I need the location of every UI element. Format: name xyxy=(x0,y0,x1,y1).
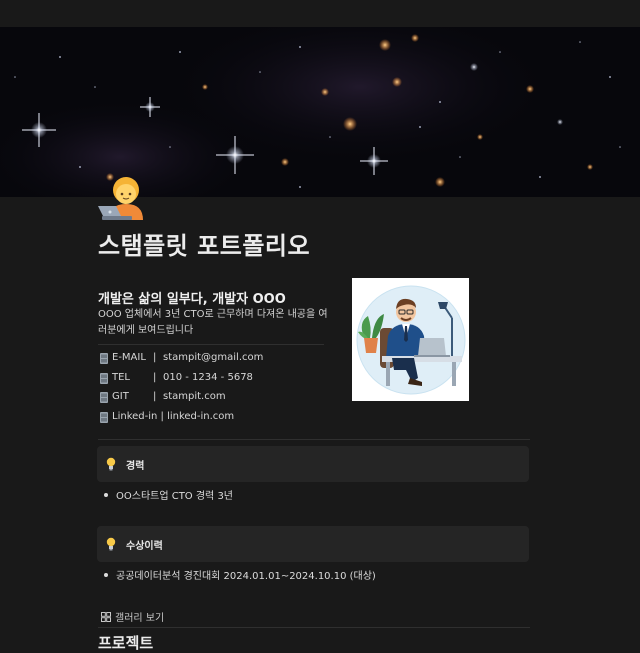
contact-email: E-MAIL | stampit@gmail.com xyxy=(98,351,338,371)
contact-value: 010 - 1234 - 5678 xyxy=(163,371,253,383)
top-bar xyxy=(0,0,640,27)
gallery-view-label: 갤러리 보기 xyxy=(115,613,165,624)
contact-separator: | xyxy=(153,371,157,383)
contact-linkedin: Linked-in | linked-in.com xyxy=(98,410,338,430)
file-cabinet-icon xyxy=(100,372,108,384)
callout-title: 경력 xyxy=(126,461,145,472)
technologist-emoji-icon[interactable] xyxy=(96,170,146,222)
list-item: 공공데이터분석 경진대회 2024.01.01~2024.10.10 (대상) xyxy=(104,567,376,582)
intro-description: OOO 업체에서 3년 CTO로 근무하며 다져온 내공을 여러분에게 보여드립… xyxy=(98,309,328,336)
bullet-dot xyxy=(104,573,108,577)
contact-separator: | xyxy=(153,352,157,363)
bullet-dot xyxy=(104,493,108,497)
list-item-text: 공공데이터분석 경진대회 2024.01.01~2024.10.10 (대상) xyxy=(116,571,376,582)
callout-awards[interactable]: 수상이력 xyxy=(97,526,529,562)
contact-separator: | xyxy=(153,391,157,402)
contact-value: stampit@gmail.com xyxy=(163,352,264,363)
divider xyxy=(98,344,324,345)
contact-value: stampit.com xyxy=(163,391,226,402)
section-title-projects: 프로젝트 xyxy=(98,634,154,652)
contact-tel: TEL | 010 - 1234 - 5678 xyxy=(98,371,338,391)
intro-tagline: 개발은 삶의 일부다, 개발자 OOO xyxy=(98,292,286,307)
contact-key: E-MAIL xyxy=(112,352,146,363)
list-item: OO스타트업 CTO 경력 3년 xyxy=(104,487,233,502)
gallery-view-tab[interactable]: 갤러리 보기 xyxy=(101,609,164,624)
divider xyxy=(98,439,530,440)
contact-linkedin-text: Linked-in | linked-in.com xyxy=(112,410,235,422)
contact-git: GIT | stampit.com xyxy=(98,390,338,410)
file-cabinet-icon xyxy=(100,411,108,423)
callout-title: 수상이력 xyxy=(126,541,163,552)
gallery-grid-icon xyxy=(101,612,111,622)
light-bulb-icon xyxy=(106,457,116,471)
light-bulb-icon xyxy=(106,537,116,551)
contact-key: GIT xyxy=(112,391,129,402)
contact-list: E-MAIL | stampit@gmail.com TEL | 010 - 1… xyxy=(98,351,338,429)
list-item-text: OO스타트업 CTO 경력 3년 xyxy=(116,491,234,502)
callout-career[interactable]: 경력 xyxy=(97,446,529,482)
file-cabinet-icon xyxy=(100,392,108,403)
page-title[interactable]: 스탬플릿 포트폴리오 xyxy=(98,226,310,261)
file-cabinet-icon xyxy=(100,353,108,364)
divider xyxy=(98,627,530,628)
profile-illustration[interactable] xyxy=(352,278,469,401)
contact-key: TEL xyxy=(112,371,130,383)
